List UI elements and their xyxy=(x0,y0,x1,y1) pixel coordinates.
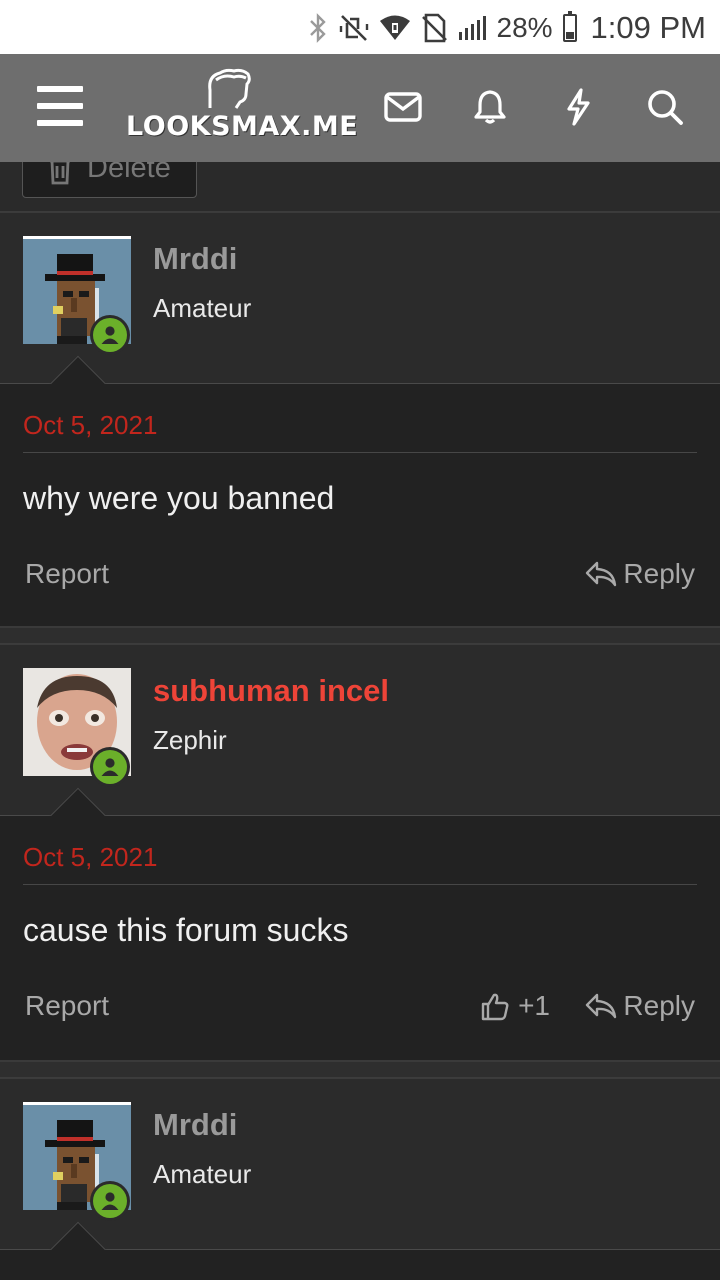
username[interactable]: Mrddi xyxy=(153,1107,237,1143)
delete-button[interactable]: Delete xyxy=(22,162,197,198)
vibrate-off-icon xyxy=(339,10,369,46)
post-message: cause this forum sucks xyxy=(23,912,349,948)
battery-icon xyxy=(562,11,577,42)
reply-icon xyxy=(586,561,617,587)
status-icons: 28% 1:09 PM xyxy=(307,8,706,48)
battery-percent: 28% xyxy=(496,12,553,43)
bluetooth-icon xyxy=(307,10,329,46)
site-header: LOOKSMAX.ME xyxy=(0,54,720,162)
online-status-badge xyxy=(90,1181,130,1221)
post-separator xyxy=(0,628,720,644)
online-status-badge xyxy=(90,747,130,787)
username[interactable]: Mrddi xyxy=(153,241,237,277)
like-button[interactable]: +1 xyxy=(480,990,550,1022)
post-body: Oct 5, 2021 why were you banned Report R… xyxy=(0,384,720,628)
post-message: why were you banned xyxy=(23,480,335,516)
user-title: Zephir xyxy=(153,725,227,755)
site-logo[interactable]: LOOKSMAX.ME xyxy=(126,68,359,150)
signal-icon xyxy=(457,10,487,46)
post-divider xyxy=(23,884,697,885)
post-date[interactable]: Oct 5, 2021 xyxy=(23,842,157,873)
user-online-icon xyxy=(101,1192,119,1210)
thumbs-up-icon xyxy=(481,993,509,1021)
post-user-info: subhuman incel Zephir xyxy=(0,644,720,845)
menu-icon[interactable] xyxy=(37,86,83,126)
battery-level-fill xyxy=(565,32,574,39)
clock: 1:09 PM xyxy=(590,10,706,45)
post-body: Oct 5, 2021 cause this forum sucks Repor… xyxy=(0,816,720,1062)
report-link[interactable]: Report xyxy=(25,990,109,1022)
bell-icon[interactable] xyxy=(461,78,519,136)
reply-label: Reply xyxy=(623,558,695,589)
post-date[interactable]: Oct 5, 2021 xyxy=(23,410,157,441)
user-online-icon xyxy=(101,326,119,344)
search-icon[interactable] xyxy=(636,78,694,136)
previous-post-tail: Delete xyxy=(0,162,720,212)
delete-label: Delete xyxy=(87,162,171,184)
status-bar: 28% 1:09 PM xyxy=(0,0,720,54)
bolt-icon[interactable] xyxy=(549,78,607,136)
post-separator xyxy=(0,1062,720,1078)
thread-posts: Delete Mrddi Amateur Oct 5, 2021 why wer… xyxy=(0,162,720,1280)
online-status-badge xyxy=(90,315,130,355)
post-divider xyxy=(23,452,697,453)
post-body xyxy=(0,1250,720,1280)
mail-icon[interactable] xyxy=(374,78,432,136)
post-user-info: Mrddi Amateur xyxy=(0,1078,720,1279)
logo-text: LOOKSMAX.ME xyxy=(126,111,359,142)
user-online-icon xyxy=(101,758,119,776)
reply-icon xyxy=(586,993,617,1019)
post-user-info: Mrddi Amateur xyxy=(0,212,720,413)
user-title: Amateur xyxy=(153,293,252,323)
like-count: +1 xyxy=(518,990,550,1021)
wifi-icon xyxy=(379,10,411,46)
username[interactable]: subhuman incel xyxy=(153,673,389,709)
reply-button[interactable]: Reply xyxy=(585,990,695,1022)
no-sim-icon xyxy=(421,10,447,46)
reply-label: Reply xyxy=(623,990,695,1021)
logo-head-icon xyxy=(208,68,251,109)
trash-icon xyxy=(50,162,70,185)
user-title: Amateur xyxy=(153,1159,252,1189)
report-link[interactable]: Report xyxy=(25,558,109,590)
reply-button[interactable]: Reply xyxy=(585,558,695,590)
